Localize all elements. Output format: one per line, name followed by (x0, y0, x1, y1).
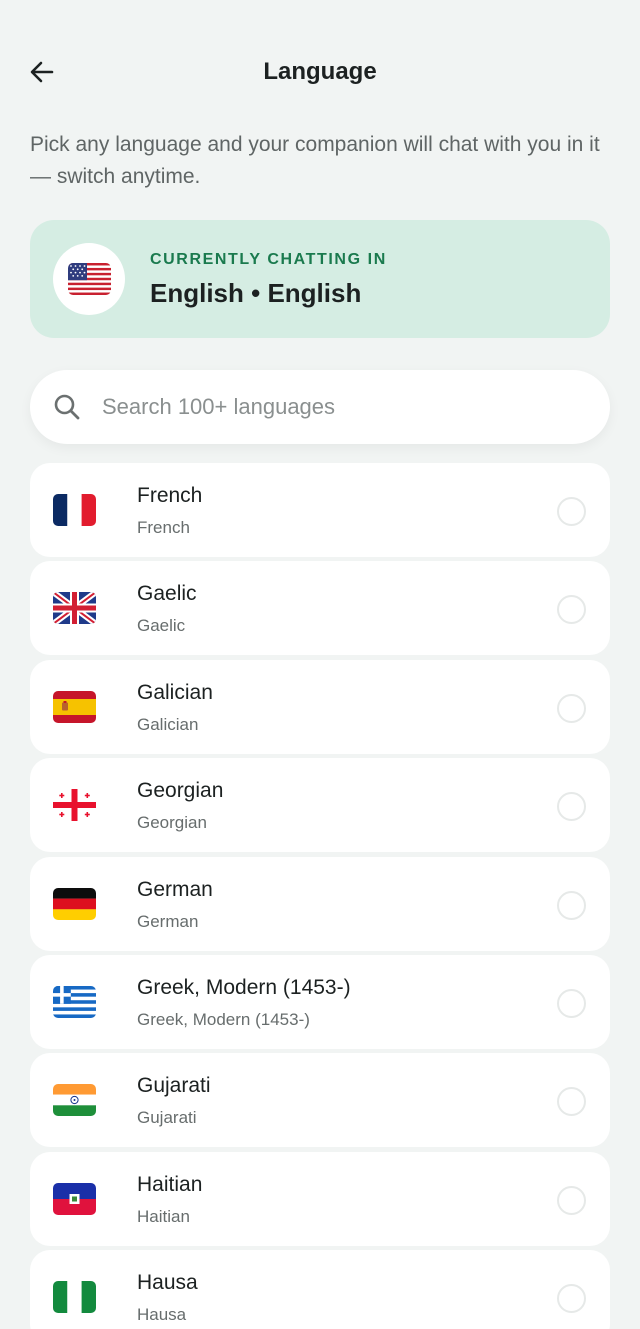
language-item-galician[interactable]: Galician Galician (30, 659, 610, 754)
language-item-german[interactable]: German German (30, 856, 610, 951)
language-name: German (137, 877, 213, 901)
language-item-gaelic[interactable]: Gaelic Gaelic (30, 561, 610, 656)
page-title: Language (263, 58, 377, 85)
intro-text: Pick any language and your companion wil… (30, 133, 600, 188)
language-name: Greek, Modern (1453-) (137, 975, 351, 999)
radio-button[interactable] (557, 1087, 586, 1117)
language-name: Georgian (137, 779, 224, 803)
language-item-haitian[interactable]: Haitian Haitian (30, 1151, 610, 1246)
language-item-gujarati[interactable]: Gujarati Gujarati (30, 1053, 610, 1148)
search-input[interactable] (102, 384, 582, 430)
radio-button[interactable] (557, 890, 586, 920)
germany-flag-icon (53, 887, 96, 920)
language-native-name: Greek, Modern (1453-) (137, 1009, 310, 1029)
language-name: Haitian (137, 1172, 203, 1196)
haiti-flag-icon (53, 1182, 96, 1215)
radio-button[interactable] (557, 1284, 586, 1314)
language-item-french[interactable]: French French (30, 463, 610, 557)
language-native-name: German (137, 911, 199, 931)
search-bar[interactable] (30, 370, 610, 444)
language-list: French French Gaelic Gaelic Galician Gal… (30, 463, 610, 1329)
search-icon (54, 394, 80, 420)
language-native-name: Gujarati (137, 1108, 197, 1128)
header: Language (0, 40, 640, 104)
radio-button[interactable] (557, 693, 586, 723)
language-native-name: Georgian (137, 813, 207, 833)
language-native-name: Galician (137, 714, 199, 734)
language-name: Gaelic (137, 582, 197, 606)
current-language-kicker: CURRENTLY CHATTING IN (150, 251, 387, 268)
language-name: Galician (137, 680, 213, 704)
spain-flag-icon (53, 690, 96, 723)
language-name: Hausa (137, 1271, 198, 1295)
greece-flag-icon (53, 985, 96, 1018)
france-flag-icon (53, 494, 96, 526)
radio-button[interactable] (557, 1185, 586, 1215)
language-name: Gujarati (137, 1074, 211, 1098)
language-item-greek[interactable]: Greek, Modern (1453-) Greek, Modern (145… (30, 954, 610, 1049)
radio-button[interactable] (557, 595, 586, 625)
language-item-georgian[interactable]: Georgian Georgian (30, 758, 610, 853)
us-flag-icon (67, 263, 111, 295)
current-flag (53, 243, 125, 315)
language-native-name: French (137, 518, 190, 537)
language-native-name: Haitian (137, 1206, 190, 1226)
language-screen: Language Pick any language and your comp… (0, 0, 640, 1329)
current-language-value: English • English (150, 278, 362, 308)
georgia-flag-icon (53, 789, 96, 822)
radio-button[interactable] (557, 497, 586, 526)
current-language-card: CURRENTLY CHATTING IN English • English (30, 220, 610, 338)
language-native-name: Hausa (137, 1305, 187, 1325)
nigeria-flag-icon (53, 1281, 96, 1314)
radio-button[interactable] (557, 792, 586, 822)
india-flag-icon (53, 1084, 96, 1117)
language-native-name: Gaelic (137, 616, 186, 636)
language-item-hausa[interactable]: Hausa Hausa (30, 1250, 610, 1329)
radio-button[interactable] (557, 988, 586, 1018)
uk-flag-icon (53, 592, 96, 625)
language-name: French (137, 484, 203, 507)
